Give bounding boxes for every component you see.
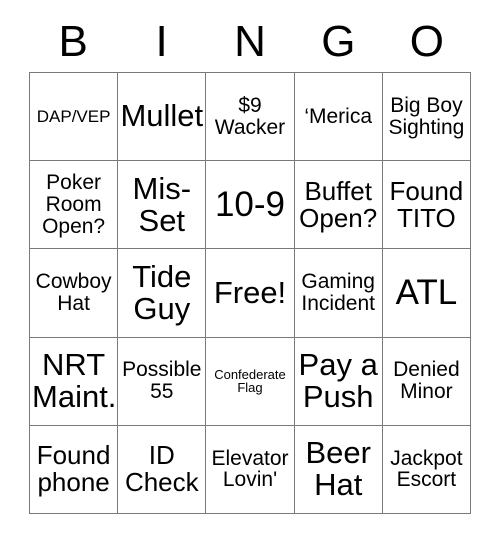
bingo-cell-n1[interactable]: $9 Wacker [206, 73, 295, 162]
bingo-cell-label: Buffet Open? [299, 175, 378, 233]
bingo-cell-b2[interactable]: Poker Room Open? [30, 161, 119, 250]
bingo-cell-label: $9 Wacker [214, 93, 286, 139]
bingo-cell-label: Found TITO [389, 175, 464, 233]
header-letter-g: G [321, 17, 356, 66]
bingo-cell-n2[interactable]: 10-9 [206, 161, 295, 250]
bingo-cell-label: Pay a Push [298, 346, 378, 415]
bingo-cell-b5[interactable]: Found phone [30, 425, 119, 514]
bingo-cell-o1[interactable]: Big Boy Sighting [382, 73, 471, 162]
bingo-cell-label: Cowboy Hat [35, 270, 112, 315]
bingo-cell-label: Mullet [120, 98, 204, 134]
bingo-cell-b4[interactable]: NRT Maint. [30, 337, 119, 426]
bingo-cell-g5[interactable]: Beer Hat [294, 425, 383, 514]
bingo-cell-label: Beer Hat [305, 435, 371, 503]
bingo-cell-i4[interactable]: Possible 55 [118, 337, 207, 426]
bingo-cell-label: ‘Merica [304, 104, 373, 128]
bingo-cell-i5[interactable]: ID Check [118, 425, 207, 514]
bingo-cell-label: Elevator Lovin' [211, 446, 289, 492]
bingo-cell-o2[interactable]: Found TITO [382, 161, 471, 250]
bingo-card: B I N G O DAP/VEP Mullet $9 Wacker ‘Meri… [0, 0, 500, 544]
header-letter-o: O [409, 17, 444, 66]
bingo-cell-label: Poker Room Open? [42, 171, 106, 238]
header-letter-i: I [155, 17, 168, 66]
bingo-cell-label: 10-9 [214, 184, 286, 224]
bingo-cell-g3[interactable]: Gaming Incident [294, 249, 383, 338]
bingo-cell-label: Jackpot Escort [390, 446, 463, 492]
bingo-cell-i2[interactable]: Mis- Set [118, 161, 207, 250]
header-letter-b: B [58, 17, 88, 66]
header-letter-n: N [234, 17, 266, 66]
bingo-cell-label: NRT Maint. [32, 346, 117, 415]
bingo-cell-label: Mis- Set [132, 170, 192, 238]
bingo-cell-label: ID Check [124, 440, 199, 498]
bingo-cell-b1[interactable]: DAP/VEP [30, 73, 119, 162]
bingo-cell-label: DAP/VEP [36, 106, 111, 126]
bingo-cell-label: Tide Guy [132, 258, 192, 326]
bingo-cell-n5[interactable]: Elevator Lovin' [206, 425, 295, 514]
bingo-cell-label: Denied Minor [393, 358, 460, 404]
bingo-cell-label: ATL [395, 272, 458, 312]
bingo-cell-n4[interactable]: Confederate Flag [206, 337, 295, 426]
bingo-cell-g2[interactable]: Buffet Open? [294, 161, 383, 250]
bingo-cell-label: Found phone [36, 440, 111, 498]
bingo-cell-i1[interactable]: Mullet [118, 73, 207, 162]
bingo-cell-g4[interactable]: Pay a Push [294, 337, 383, 426]
bingo-cell-label: Gaming Incident [301, 270, 375, 315]
bingo-cell-free-space[interactable]: Free! [206, 249, 295, 338]
bingo-grid: DAP/VEP Mullet $9 Wacker ‘Merica Big Boy… [29, 72, 471, 514]
bingo-cell-i3[interactable]: Tide Guy [118, 249, 207, 338]
bingo-cell-o4[interactable]: Denied Minor [382, 337, 471, 426]
bingo-cell-g1[interactable]: ‘Merica [294, 73, 383, 162]
bingo-cell-label: Possible 55 [122, 358, 202, 404]
bingo-cell-o3[interactable]: ATL [382, 249, 471, 338]
free-space-label: Free! [213, 274, 287, 310]
bingo-cell-label: Big Boy Sighting [388, 93, 465, 139]
bingo-cell-b3[interactable]: Cowboy Hat [30, 249, 119, 338]
bingo-header-row: B I N G O [29, 12, 471, 72]
bingo-cell-label: Confederate Flag [214, 366, 286, 396]
bingo-cell-o5[interactable]: Jackpot Escort [382, 425, 471, 514]
